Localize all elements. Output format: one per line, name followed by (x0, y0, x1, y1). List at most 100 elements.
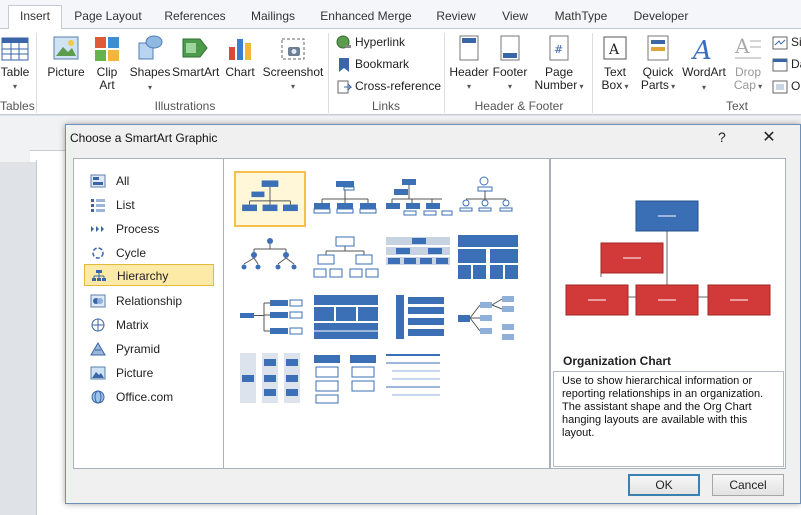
picture-icon (53, 36, 79, 60)
header-button[interactable]: Header ▾ (448, 33, 490, 93)
page-number-icon: # (549, 35, 569, 61)
tab-references[interactable]: References (158, 6, 232, 29)
category-relationship[interactable]: Relationship (84, 290, 214, 312)
tab-developer[interactable]: Developer (626, 6, 696, 29)
tab-review[interactable]: Review (430, 6, 482, 29)
text-box-button[interactable]: A Text Box ▾ (596, 33, 634, 93)
close-button[interactable]: ✕ (756, 127, 782, 149)
quick-parts-button[interactable]: Quick Parts ▾ (636, 33, 680, 93)
category-picture[interactable]: Picture (84, 362, 214, 384)
ok-button[interactable]: OK (628, 474, 700, 496)
matrix-icon (91, 318, 105, 332)
category-label: Pyramid (116, 342, 161, 356)
calendar-icon (772, 58, 788, 72)
header-footer-group-label: Header & Footer (474, 99, 564, 113)
globe-link-icon (336, 35, 351, 49)
wordart-label: WordArt (682, 65, 726, 79)
preview-scrollbar[interactable] (786, 158, 798, 469)
tab-page-layout[interactable]: Page Layout (70, 6, 146, 29)
category-label: Cycle (116, 246, 147, 260)
signature-line-button[interactable]: Si (772, 32, 801, 52)
bookmark-label: Bookmark (355, 57, 410, 71)
tab-view[interactable]: View (496, 6, 534, 29)
chart-label: Chart (225, 65, 255, 79)
screenshot-button[interactable]: Screenshot ▾ (262, 33, 324, 93)
hierarchy-icon (92, 270, 106, 281)
layout-circle-picture-hierarchy[interactable] (454, 171, 526, 227)
page-number-label-line2: Number (534, 78, 578, 92)
category-label: List (116, 198, 135, 212)
group-separator (328, 33, 329, 113)
table-icon (1, 37, 29, 61)
layout-horizontal-org-chart[interactable] (234, 291, 306, 347)
category-pyramid[interactable]: Pyramid (84, 338, 214, 360)
picture-button[interactable]: Picture (44, 33, 88, 79)
layout-horizontal-multi-level-hierarchy[interactable] (310, 291, 382, 347)
category-hierarchy[interactable]: Hierarchy (84, 264, 214, 286)
layout-horizontal-labeled-hierarchy[interactable] (382, 291, 454, 347)
relationship-icon (90, 294, 106, 308)
date-time-button[interactable]: Da (772, 54, 801, 74)
preview-description: Use to show hierarchical information or … (553, 371, 784, 467)
drop-cap-label-line1: Drop (734, 65, 761, 79)
category-list-item[interactable]: List (84, 194, 214, 216)
layout-hierarchy[interactable] (234, 231, 306, 287)
dialog-title: Choose a SmartArt Graphic (70, 131, 218, 145)
category-office-com[interactable]: Office.com (84, 386, 214, 408)
cross-reference-button[interactable]: Cross-reference (336, 76, 441, 96)
category-matrix[interactable]: Matrix (84, 314, 214, 336)
layout-hierarchy-list[interactable] (234, 351, 306, 407)
screenshot-label: Screenshot (262, 65, 324, 79)
cross-reference-icon (337, 80, 352, 94)
chart-button[interactable]: Chart (222, 33, 258, 79)
group-separator (36, 33, 37, 113)
layout-table-hierarchy[interactable] (382, 231, 454, 287)
shapes-button[interactable]: Shapes ▾ (128, 33, 172, 94)
illustrations-group-label: Illustrations (154, 99, 216, 113)
group-separator (444, 33, 445, 113)
layout-horizontal-hierarchy[interactable] (454, 291, 526, 347)
drop-cap-button[interactable]: A Drop Cap ▾ (730, 33, 766, 93)
header-icon (459, 35, 479, 61)
quick-parts-icon (647, 35, 669, 61)
footer-button[interactable]: Footer ▾ (490, 33, 530, 93)
layout-half-circle-org-chart[interactable] (382, 171, 454, 227)
category-label: All (116, 174, 130, 188)
date-time-label: Da (791, 57, 801, 71)
object-label: O (791, 79, 801, 93)
page-number-button[interactable]: # Page Number ▾ (532, 33, 586, 93)
hyperlink-button[interactable]: Hyperlink (336, 32, 405, 52)
layout-lined-list-hierarchy[interactable] (310, 351, 382, 407)
layout-table-list[interactable] (382, 351, 454, 407)
tab-enhanced-merge[interactable]: Enhanced Merge (316, 6, 416, 29)
process-icon (91, 226, 104, 232)
group-separator (592, 33, 593, 113)
tab-mailings[interactable]: Mailings (244, 6, 302, 29)
category-label: Hierarchy (117, 269, 169, 283)
cancel-button[interactable]: Cancel (712, 474, 784, 496)
bookmark-button[interactable]: Bookmark (336, 54, 409, 74)
picture-label: Picture (47, 65, 85, 79)
category-all[interactable]: All (84, 170, 214, 192)
layout-architecture-layout[interactable] (454, 231, 526, 287)
drop-cap-label-line2: Cap (733, 78, 756, 92)
text-group-label: Text (725, 99, 748, 113)
clip-art-button[interactable]: Clip Art (92, 33, 122, 92)
tab-mathtype[interactable]: MathType (548, 6, 614, 29)
list-icon (91, 199, 105, 212)
category-cycle[interactable]: Cycle (84, 242, 214, 264)
text-box-icon: A (603, 36, 627, 60)
object-button[interactable]: O (772, 76, 800, 96)
category-process[interactable]: Process (84, 218, 214, 240)
footer-icon (500, 35, 520, 61)
smartart-button[interactable]: SmartArt (172, 33, 219, 79)
tab-insert[interactable]: Insert (8, 5, 62, 30)
table-button[interactable]: Table ▾ (0, 33, 30, 93)
layout-organization-chart[interactable] (234, 171, 306, 227)
category-label: Office.com (116, 390, 174, 404)
layout-labeled-hierarchy[interactable] (310, 231, 382, 287)
help-button[interactable]: ? (718, 129, 726, 145)
wordart-button[interactable]: A WordArt ▾ (680, 33, 728, 94)
layout-name-and-title-org-chart[interactable] (310, 171, 382, 227)
table-label: Table (0, 65, 30, 79)
